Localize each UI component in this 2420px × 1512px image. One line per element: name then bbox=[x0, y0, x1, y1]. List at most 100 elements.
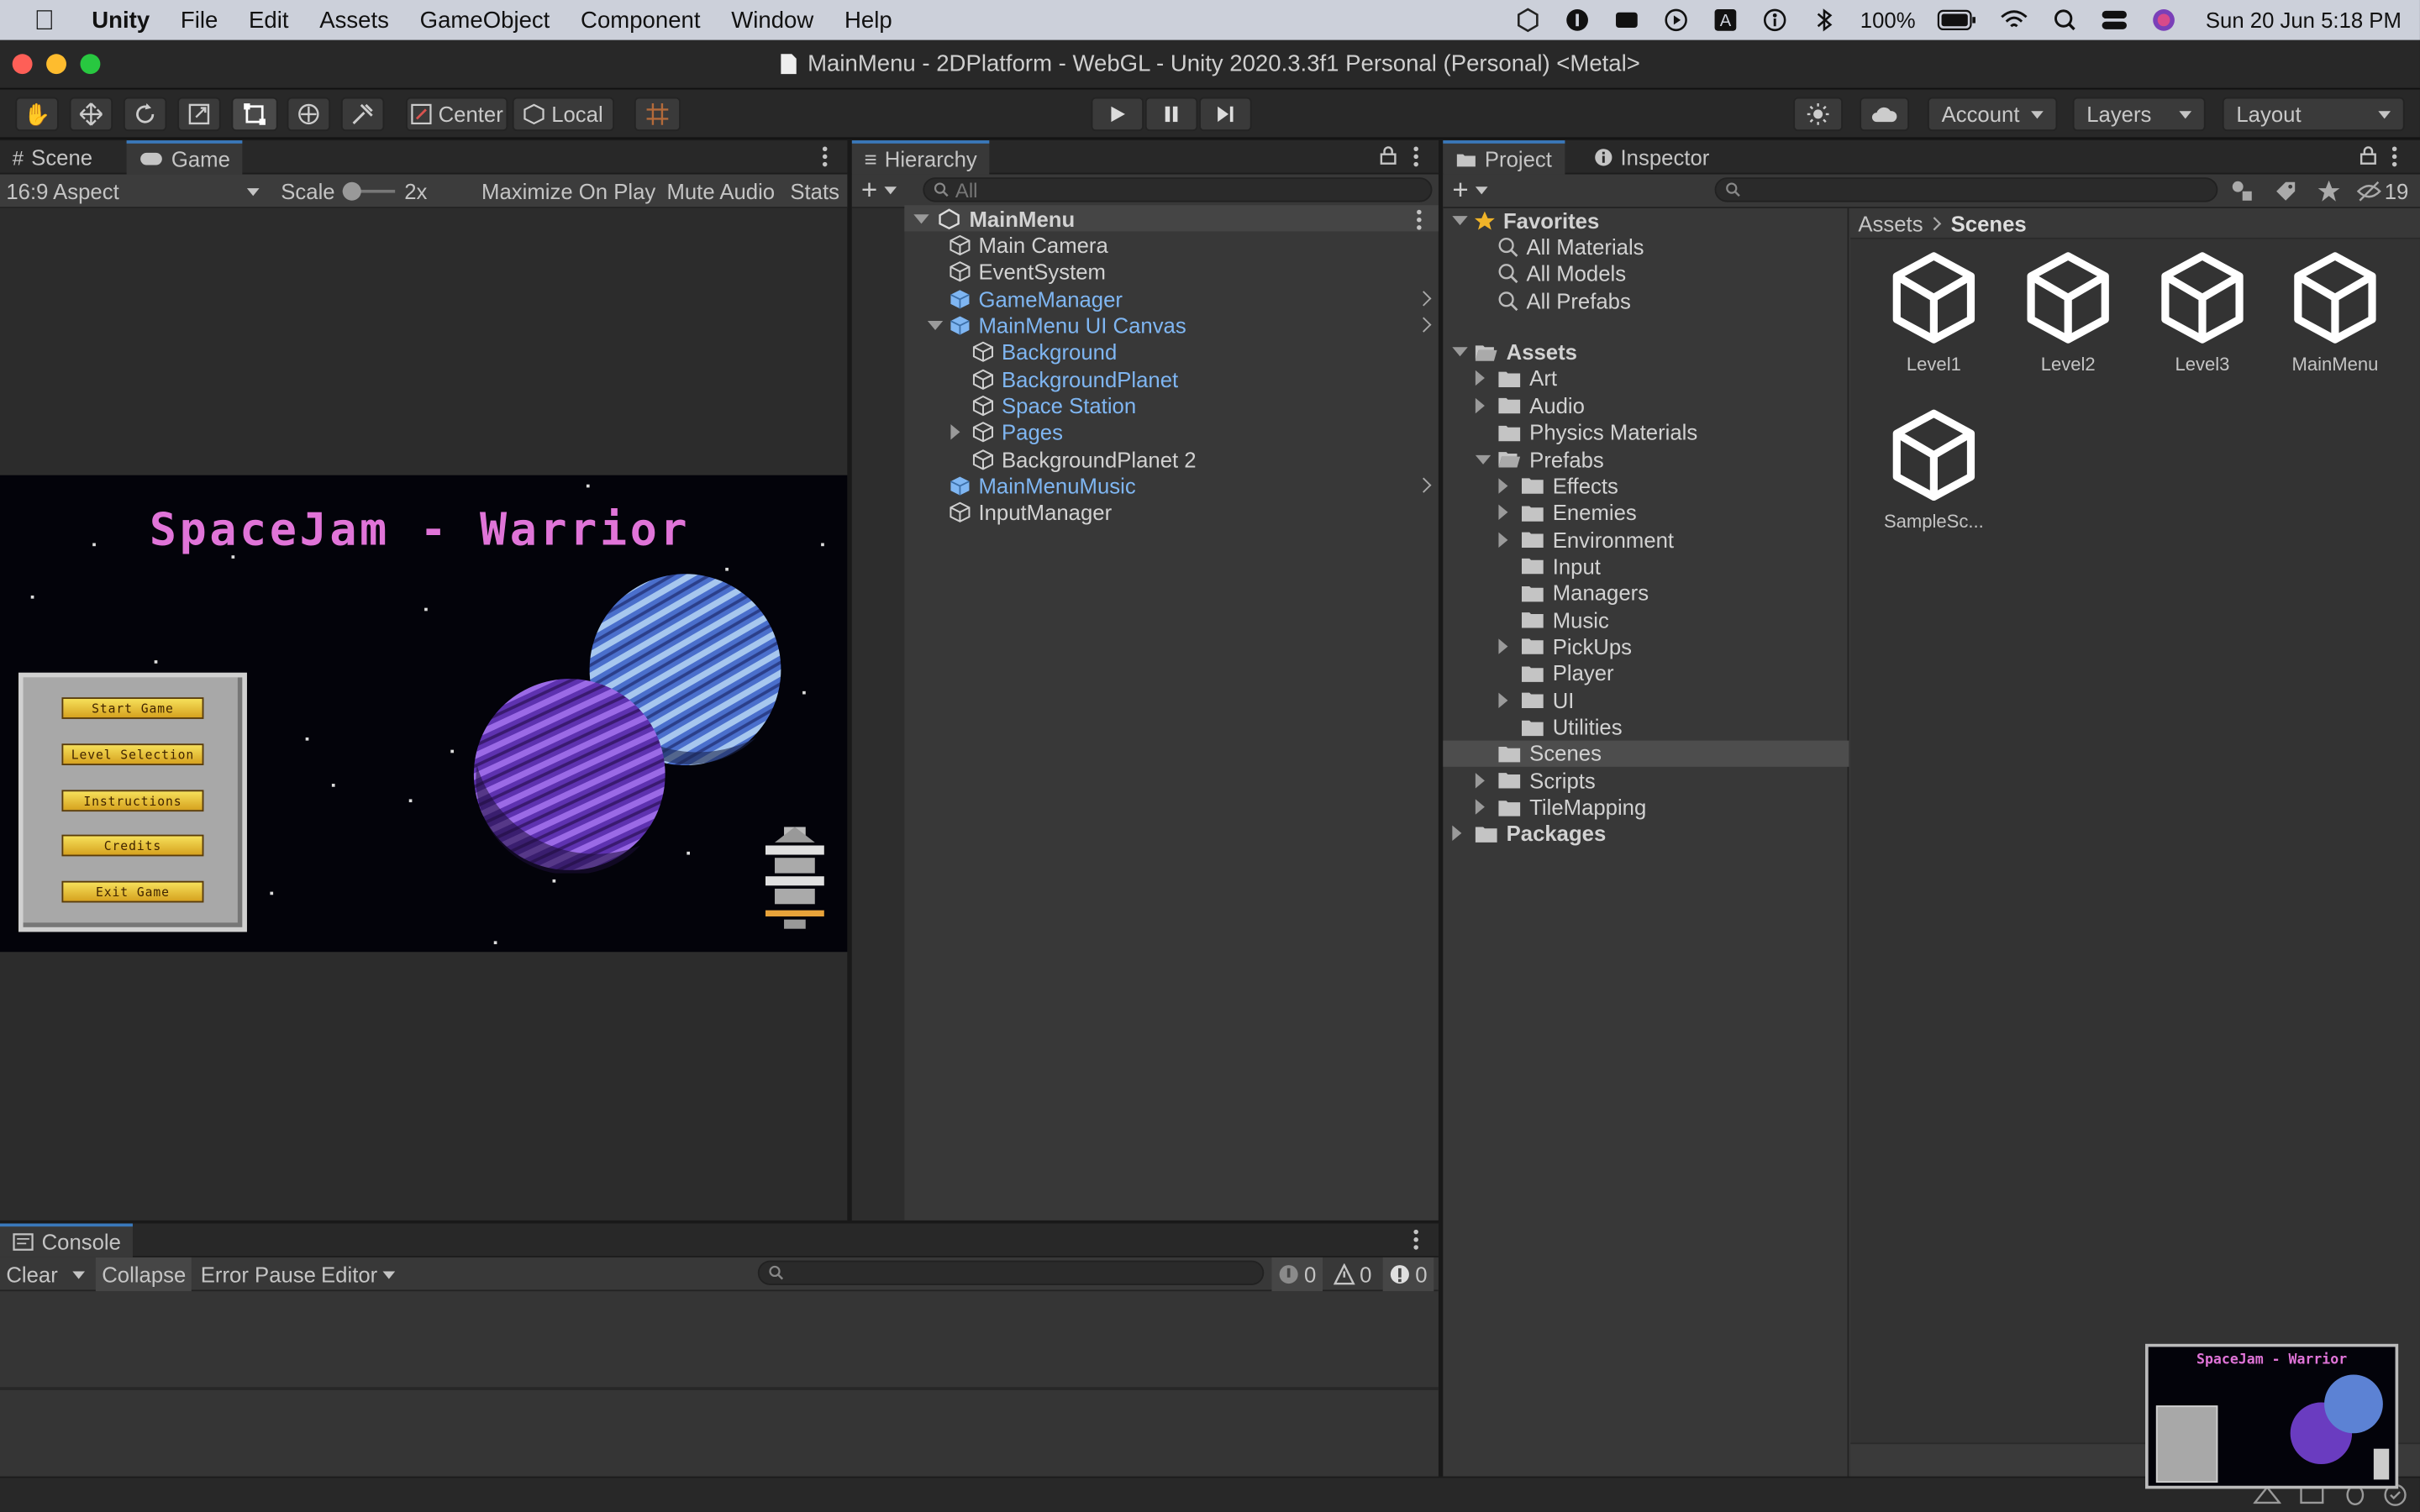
log-count-toggle[interactable]: 0 bbox=[1271, 1257, 1323, 1292]
rect-tool-button[interactable] bbox=[231, 97, 278, 132]
project-folder-all-models[interactable]: All Models bbox=[1443, 260, 1849, 286]
layers-dropdown[interactable]: Layers bbox=[2072, 97, 2206, 132]
project-folder-effects[interactable]: Effects bbox=[1443, 473, 1849, 499]
project-section-packages[interactable]: Packages bbox=[1443, 821, 1849, 847]
project-folder-input[interactable]: Input bbox=[1443, 553, 1849, 579]
accessibility-icon[interactable] bbox=[1761, 6, 1789, 34]
menu-file[interactable]: File bbox=[166, 7, 234, 33]
asset-scene-file[interactable]: Level2 bbox=[2007, 239, 2130, 387]
play-circle-icon[interactable] bbox=[1663, 6, 1691, 34]
project-folder-all-materials[interactable]: All Materials bbox=[1443, 234, 1849, 260]
game-view-render[interactable]: SpaceJam - Warrior Start Game Level Sele… bbox=[0, 475, 848, 953]
wifi-icon[interactable] bbox=[1999, 6, 2030, 34]
siri-icon[interactable] bbox=[2150, 6, 2178, 34]
cloud-button[interactable] bbox=[1860, 97, 1909, 132]
favorite-star-icon[interactable] bbox=[2317, 179, 2341, 203]
expand-arrow-icon[interactable] bbox=[1498, 504, 1508, 521]
hierarchy-item-background[interactable]: Background bbox=[972, 339, 1439, 365]
chevron-right-icon[interactable] bbox=[1416, 291, 1432, 307]
menu-edit[interactable]: Edit bbox=[234, 7, 304, 33]
hidden-packages-toggle[interactable]: 19 bbox=[2356, 179, 2408, 203]
console-menu-icon[interactable] bbox=[1413, 1228, 1419, 1250]
collapse-toggle[interactable]: Collapse bbox=[95, 1257, 192, 1292]
level-selection-button[interactable]: Level Selection bbox=[61, 743, 204, 766]
expand-arrow-icon[interactable] bbox=[1475, 772, 1485, 788]
hierarchy-item-eventsystem[interactable]: EventSystem bbox=[950, 259, 1439, 285]
apple-icon[interactable]:  bbox=[0, 4, 76, 37]
custom-tool-button[interactable] bbox=[340, 97, 385, 132]
play-button[interactable] bbox=[1091, 97, 1144, 132]
project-folder-physics-materials[interactable]: Physics Materials bbox=[1443, 419, 1849, 445]
tab-project[interactable]: Project bbox=[1443, 140, 1565, 175]
grid-snap-button[interactable] bbox=[634, 97, 681, 132]
asset-scene-file[interactable]: Level1 bbox=[1872, 239, 1996, 387]
tab-inspector[interactable]: Inspector bbox=[1582, 140, 1722, 174]
minimize-window-button[interactable] bbox=[46, 54, 66, 75]
layout-dropdown[interactable]: Layout bbox=[2222, 97, 2405, 132]
editor-dropdown[interactable]: Editor bbox=[315, 1257, 401, 1291]
move-tool-button[interactable] bbox=[69, 97, 113, 132]
expand-arrow-icon[interactable] bbox=[1475, 799, 1485, 815]
maximize-on-play-button[interactable]: Maximize On Play bbox=[476, 175, 662, 208]
mute-audio-button[interactable]: Mute Audio bbox=[660, 175, 781, 208]
asset-scene-file[interactable]: Level3 bbox=[2141, 239, 2265, 387]
pivot-space-toggle[interactable]: Local bbox=[512, 97, 615, 132]
project-folder-utilities[interactable]: Utilities bbox=[1443, 713, 1849, 739]
expand-arrow-icon[interactable] bbox=[1498, 638, 1508, 654]
aspect-dropdown[interactable]: 16:9 Aspect bbox=[0, 175, 266, 208]
hierarchy-scene-root[interactable]: MainMenu bbox=[904, 205, 1439, 232]
project-folder-music[interactable]: Music bbox=[1443, 606, 1849, 633]
hierarchy-item-mainmenumusic[interactable]: MainMenuMusic bbox=[950, 473, 1439, 499]
hierarchy-item-space-station[interactable]: Space Station bbox=[972, 392, 1439, 418]
project-menu-icon[interactable] bbox=[2391, 145, 2398, 167]
pivot-center-toggle[interactable]: Center bbox=[406, 97, 508, 132]
collapse-arrow-icon[interactable] bbox=[927, 320, 944, 330]
step-button[interactable] bbox=[1199, 97, 1252, 132]
game-preview-thumbnail[interactable]: SpaceJam - Warrior bbox=[2145, 1343, 2399, 1489]
project-folder-managers[interactable]: Managers bbox=[1443, 580, 1849, 606]
project-section-favorites[interactable]: Favorites bbox=[1443, 207, 1849, 233]
control-center-icon[interactable] bbox=[2101, 6, 2128, 34]
lock-icon[interactable] bbox=[1380, 145, 1397, 165]
project-folder-audio[interactable]: Audio bbox=[1443, 392, 1849, 418]
exit-game-button[interactable]: Exit Game bbox=[61, 880, 204, 903]
menu-gameobject[interactable]: GameObject bbox=[404, 7, 565, 33]
warning-count-toggle[interactable]: 0 bbox=[1328, 1257, 1378, 1291]
project-folder-enemies[interactable]: Enemies bbox=[1443, 500, 1849, 526]
project-create-dropdown[interactable]: + bbox=[1452, 176, 1487, 203]
create-dropdown[interactable]: + bbox=[861, 176, 897, 203]
project-folder-environment[interactable]: Environment bbox=[1443, 526, 1849, 552]
collapse-arrow-icon[interactable] bbox=[1452, 347, 1468, 357]
console-search-input[interactable] bbox=[757, 1260, 1265, 1285]
hierarchy-menu-icon[interactable] bbox=[1413, 145, 1419, 167]
expand-arrow-icon[interactable] bbox=[1498, 692, 1508, 708]
battery-icon[interactable] bbox=[1937, 6, 1977, 34]
account-dropdown[interactable]: Account bbox=[1928, 97, 2058, 132]
stats-button[interactable]: Stats bbox=[784, 175, 845, 208]
hierarchy-search-input[interactable]: All bbox=[923, 177, 1433, 202]
hand-tool-button[interactable]: ✋ bbox=[15, 97, 59, 132]
zoom-window-button[interactable] bbox=[80, 54, 101, 75]
breadcrumb-assets[interactable]: Assets bbox=[1858, 211, 1923, 235]
scene-menu-icon[interactable] bbox=[1417, 208, 1423, 230]
credits-button[interactable]: Credits bbox=[61, 834, 204, 857]
tab-hierarchy[interactable]: ≡ Hierarchy bbox=[851, 140, 990, 175]
input-source-icon[interactable]: A bbox=[1712, 6, 1739, 34]
error-pause-toggle[interactable]: Error Pause bbox=[194, 1257, 322, 1291]
hierarchy-item-gamemanager[interactable]: GameManager bbox=[950, 286, 1439, 312]
project-folder-prefabs[interactable]: Prefabs bbox=[1443, 446, 1849, 472]
project-folder-player[interactable]: Player bbox=[1443, 660, 1849, 686]
info-icon[interactable] bbox=[1564, 6, 1591, 34]
expand-arrow-icon[interactable] bbox=[1475, 397, 1485, 413]
clear-button[interactable]: Clear bbox=[0, 1257, 92, 1291]
asset-scene-file[interactable]: SampleSc... bbox=[1872, 396, 1996, 544]
menu-app-unity[interactable]: Unity bbox=[76, 7, 166, 33]
project-folder-all-prefabs[interactable]: All Prefabs bbox=[1443, 287, 1849, 313]
project-folder-scenes[interactable]: Scenes bbox=[1443, 740, 1849, 767]
start-game-button[interactable]: Start Game bbox=[61, 697, 204, 719]
collab-button[interactable] bbox=[1793, 97, 1844, 132]
hierarchy-item-main-camera[interactable]: Main Camera bbox=[950, 232, 1439, 258]
scale-slider[interactable] bbox=[342, 181, 396, 201]
expand-arrow-icon[interactable] bbox=[1498, 531, 1508, 548]
error-count-toggle[interactable]: 0 bbox=[1382, 1257, 1434, 1292]
